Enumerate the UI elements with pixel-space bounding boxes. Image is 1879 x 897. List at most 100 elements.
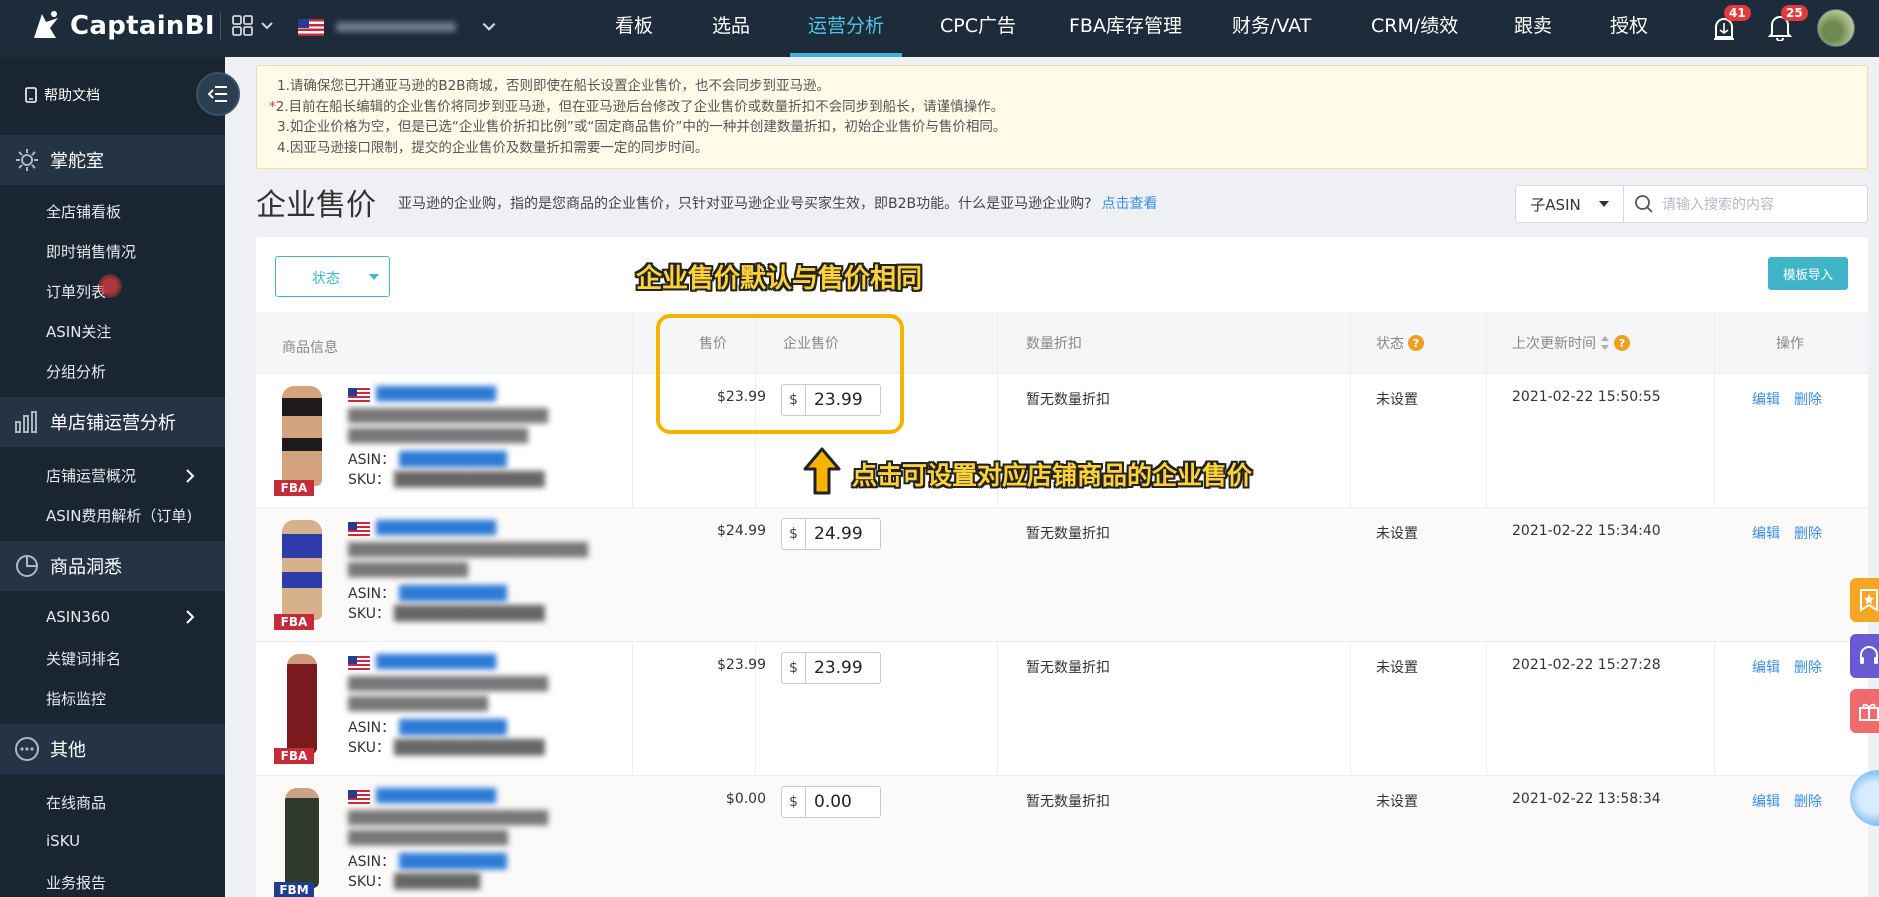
bookmark-widget[interactable]	[1850, 578, 1879, 622]
sidebar-item-label: 订单列表	[46, 283, 107, 301]
more-icon	[15, 737, 39, 761]
help-docs-link[interactable]: 帮助文档	[24, 85, 100, 105]
store-selector[interactable]	[298, 12, 498, 42]
sidebar-group-other[interactable]: 其他	[0, 724, 225, 774]
currency-symbol: $	[782, 787, 806, 817]
help-icon[interactable]: ?	[1614, 335, 1630, 351]
notification-button[interactable]: 25	[1767, 5, 1808, 45]
store-name-redacted: ████████████	[376, 789, 496, 804]
sku-value-redacted: ██████████████	[393, 472, 545, 488]
sidebar-item-label: 业务报告	[46, 874, 107, 892]
edit-link[interactable]: 编辑	[1752, 523, 1780, 543]
col-header-updated[interactable]: 上次更新时间 ?	[1512, 333, 1630, 353]
brand-name: CaptainBI	[70, 11, 215, 41]
nav-crm[interactable]: CRM/绩效	[1371, 0, 1458, 57]
nav-operations-analysis[interactable]: 运营分析	[789, 0, 903, 57]
alert-button[interactable]: 41	[1710, 5, 1751, 45]
sidebar-item-group-analysis[interactable]: 分组分析	[46, 361, 196, 382]
delete-link[interactable]: 删除	[1794, 791, 1822, 811]
delete-link[interactable]: 删除	[1794, 389, 1822, 409]
template-import-button[interactable]: 模板导入	[1768, 257, 1848, 290]
sidebar-item-business-report[interactable]: 业务报告	[46, 872, 196, 893]
row-actions: 编辑 删除	[1752, 657, 1822, 677]
search-bar: 子ASIN 请输入搜索的内容	[1515, 185, 1868, 223]
col-header-status: 状态 ?	[1376, 333, 1424, 353]
edit-link[interactable]: 编辑	[1752, 791, 1780, 811]
help-icon[interactable]: ?	[1408, 335, 1424, 351]
asin-value-redacted[interactable]: ██████████	[399, 586, 507, 602]
sidebar-item-realtime-sales[interactable]: 即时销售情况	[46, 241, 196, 262]
asin-line: ASIN： ██████████	[348, 851, 507, 871]
sidebar-item-online-products[interactable]: 在线商品	[46, 792, 196, 813]
sidebar-item-store-overview[interactable]: 店铺运营概况	[46, 465, 196, 486]
fulfillment-tag: FBA	[274, 748, 314, 764]
currency-symbol: $	[782, 653, 806, 683]
delete-link[interactable]: 删除	[1794, 657, 1822, 677]
product-title-redacted: ████████████████████ ██████████████████	[348, 409, 548, 444]
edit-link[interactable]: 编辑	[1752, 657, 1780, 677]
product-image[interactable]: FBA	[274, 654, 330, 764]
sidebar-item-all-store-board[interactable]: 全店铺看板	[46, 201, 196, 222]
logo[interactable]: CaptainBI	[28, 6, 215, 46]
business-price-value: 23.99	[814, 658, 863, 678]
status-filter-select[interactable]: 状态	[275, 256, 390, 297]
business-price-value: 24.99	[814, 524, 863, 544]
chevron-right-icon	[186, 610, 195, 624]
business-price-input[interactable]: $ 0.00	[781, 786, 881, 818]
fulfillment-tag: FBM	[274, 882, 314, 897]
row-actions: 编辑 删除	[1752, 523, 1822, 543]
notice-line: 3.如企业价格为空，但是已选“企业售价折扣比例”或“固定商品售价”中的一种并创建…	[277, 119, 1007, 135]
sidebar-item-metric-monitor[interactable]: 指标监控	[46, 688, 196, 709]
asin-value-redacted[interactable]: ██████████	[399, 452, 507, 468]
sidebar-item-asin-watch[interactable]: ASIN关注	[46, 321, 196, 342]
notice-line: *2.目前在船长编辑的企业售价将同步到亚马逊，但在亚马逊后台修改了企业售价或数量…	[269, 97, 1847, 118]
search-type-select[interactable]: 子ASIN	[1516, 186, 1624, 222]
col-header-label: 状态	[1376, 336, 1404, 352]
sidebar-group-cockpit[interactable]: 掌舵室	[0, 135, 225, 185]
page-title: 企业售价	[256, 188, 376, 223]
nav-fba-inventory[interactable]: FBA库存管理	[1069, 0, 1182, 57]
support-widget[interactable]	[1850, 634, 1879, 678]
product-image[interactable]: FBA	[274, 520, 330, 630]
sidebar-item-isku[interactable]: iSKU	[46, 832, 196, 850]
row-actions: 编辑 删除	[1752, 389, 1822, 409]
delete-link[interactable]: 删除	[1794, 523, 1822, 543]
gift-widget[interactable]	[1850, 689, 1879, 733]
sidebar-item-label: 关键词排名	[46, 650, 122, 668]
sidebar-group-single-store[interactable]: 单店铺运营分析	[0, 397, 225, 447]
sidebar-item-asin360[interactable]: ASIN360	[46, 608, 196, 626]
nav-dashboard[interactable]: 看板	[615, 0, 653, 57]
nav-product-selection[interactable]: 选品	[712, 0, 750, 57]
business-price-input[interactable]: $ 23.99	[781, 652, 881, 684]
search-input[interactable]: 请输入搜索的内容	[1624, 186, 1867, 222]
sidebar-item-asin-fee[interactable]: ASIN费用解析（订单)	[46, 505, 216, 526]
description-text: 亚马逊的企业购，指的是您商品的企业售价，只针对亚马逊企业号买家生效，即B2B功能…	[398, 196, 1092, 212]
nav-authorization[interactable]: 授权	[1610, 0, 1648, 57]
apps-menu[interactable]	[231, 14, 275, 38]
sidebar-item-keyword-rank[interactable]: 关键词排名	[46, 648, 196, 669]
business-price-input[interactable]: $ 24.99	[781, 518, 881, 550]
help-row: 帮助文档	[0, 57, 225, 137]
nav-finance-vat[interactable]: 财务/VAT	[1232, 0, 1311, 57]
product-image[interactable]: FBA	[274, 386, 330, 496]
sidebar-group-product-insight[interactable]: 商品洞悉	[0, 541, 225, 591]
nav-cpc-ads[interactable]: CPC广告	[940, 0, 1016, 57]
row-actions: 编辑 删除	[1752, 791, 1822, 811]
sku-line: SKU： ████████	[348, 871, 480, 891]
learn-more-link[interactable]: 点击查看	[1102, 196, 1158, 212]
product-image[interactable]: FBM	[274, 788, 330, 897]
annotation-default-price: 企业售价默认与售价相同	[636, 264, 923, 294]
asin-value-redacted[interactable]: ██████████	[399, 720, 507, 736]
asin-value-redacted[interactable]: ██████████	[399, 854, 507, 870]
avatar[interactable]	[1817, 9, 1855, 47]
asin-label: ASIN：	[348, 452, 396, 468]
store-name-redacted: ████████████	[376, 521, 496, 536]
collapse-sidebar-button[interactable]	[196, 72, 240, 116]
sort-icon[interactable]	[1600, 335, 1610, 351]
price-value: $23.99	[717, 657, 766, 673]
price-value: $0.00	[725, 791, 766, 807]
edit-link[interactable]: 编辑	[1752, 389, 1780, 409]
nav-follow-sell[interactable]: 跟卖	[1514, 0, 1552, 57]
sku-value-redacted: ██████████████	[393, 740, 545, 756]
col-header-product: 商品信息	[282, 340, 338, 356]
